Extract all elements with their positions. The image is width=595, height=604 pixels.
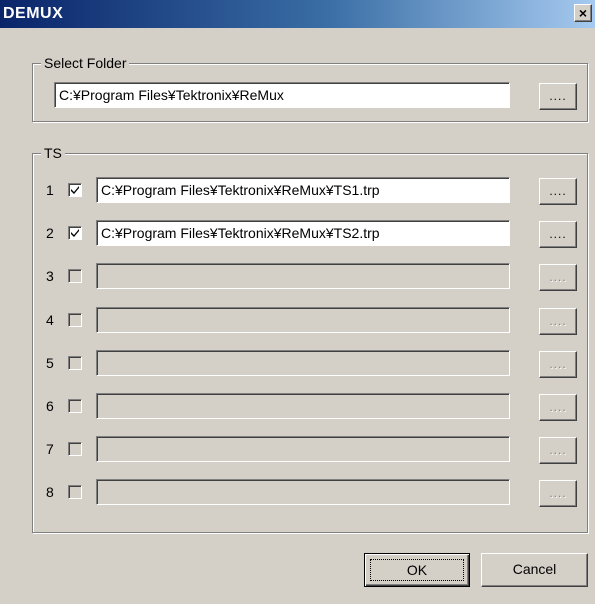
ts-row-browse-button[interactable]: .... <box>539 351 577 378</box>
window-title: DEMUX <box>3 5 64 22</box>
ts-row-number: 8 <box>46 484 54 500</box>
ts-row-number: 2 <box>46 225 54 241</box>
close-icon: × <box>578 5 588 21</box>
ts-row-browse-label: .... <box>549 443 567 457</box>
ok-button[interactable]: OK <box>364 553 470 587</box>
ts-row-checkbox[interactable] <box>68 313 82 327</box>
ts-row-browse-label: .... <box>549 357 567 371</box>
ts-row-browse-label: .... <box>549 314 567 328</box>
folder-browse-button[interactable]: .... <box>539 83 577 110</box>
ts-row-checkbox[interactable] <box>68 269 82 283</box>
ts-row-browse-button[interactable]: .... <box>539 308 577 335</box>
ts-row-browse-label: .... <box>549 270 567 284</box>
ts-row-checkbox[interactable] <box>68 442 82 456</box>
close-button[interactable]: × <box>574 4 592 22</box>
select-folder-legend: Select Folder <box>41 55 130 71</box>
ts-row-path-field[interactable] <box>96 350 510 376</box>
ts-row-path-field[interactable] <box>96 393 510 419</box>
ts-row-browse-label: .... <box>549 227 567 241</box>
ts-row-path-field[interactable]: C:¥Program Files¥Tektronix¥ReMux¥TS1.trp <box>96 177 510 203</box>
ts-group: TS <box>32 145 588 533</box>
ok-label: OK <box>370 559 464 581</box>
ts-row-browse-button[interactable]: .... <box>539 264 577 291</box>
checkmark-icon <box>71 229 79 237</box>
ts-row-browse-label: .... <box>549 184 567 198</box>
folder-browse-label: .... <box>549 89 567 103</box>
ts-row-path-field[interactable] <box>96 436 510 462</box>
ts-row-browse-button[interactable]: .... <box>539 394 577 421</box>
ts-row-browse-button[interactable]: .... <box>539 178 577 205</box>
ts-row-number: 6 <box>46 398 54 414</box>
ts-row-path-field[interactable] <box>96 307 510 333</box>
ts-row-checkbox[interactable] <box>68 485 82 499</box>
ts-row-number: 4 <box>46 312 54 328</box>
ts-row-number: 5 <box>46 355 54 371</box>
ts-row-checkbox[interactable] <box>68 399 82 413</box>
ts-row-path-field[interactable] <box>96 263 510 289</box>
checkmark-icon <box>71 186 79 194</box>
ts-row-browse-button[interactable]: .... <box>539 480 577 507</box>
ts-row-path-field[interactable] <box>96 479 510 505</box>
ts-row-browse-label: .... <box>549 486 567 500</box>
cancel-button[interactable]: Cancel <box>481 553 588 587</box>
folder-path-field[interactable]: C:¥Program Files¥Tektronix¥ReMux <box>54 82 510 108</box>
ts-row-number: 3 <box>46 268 54 284</box>
ts-row-number: 7 <box>46 441 54 457</box>
ts-row-browse-label: .... <box>549 400 567 414</box>
ts-row-browse-button[interactable]: .... <box>539 221 577 248</box>
ts-row-checkbox[interactable] <box>68 183 82 197</box>
ts-row-checkbox[interactable] <box>68 226 82 240</box>
ts-row-browse-button[interactable]: .... <box>539 437 577 464</box>
title-bar: DEMUX × <box>0 0 595 28</box>
ts-row-checkbox[interactable] <box>68 356 82 370</box>
ts-legend: TS <box>41 145 65 161</box>
ts-row-number: 1 <box>46 182 54 198</box>
ts-row-path-field[interactable]: C:¥Program Files¥Tektronix¥ReMux¥TS2.trp <box>96 220 510 246</box>
